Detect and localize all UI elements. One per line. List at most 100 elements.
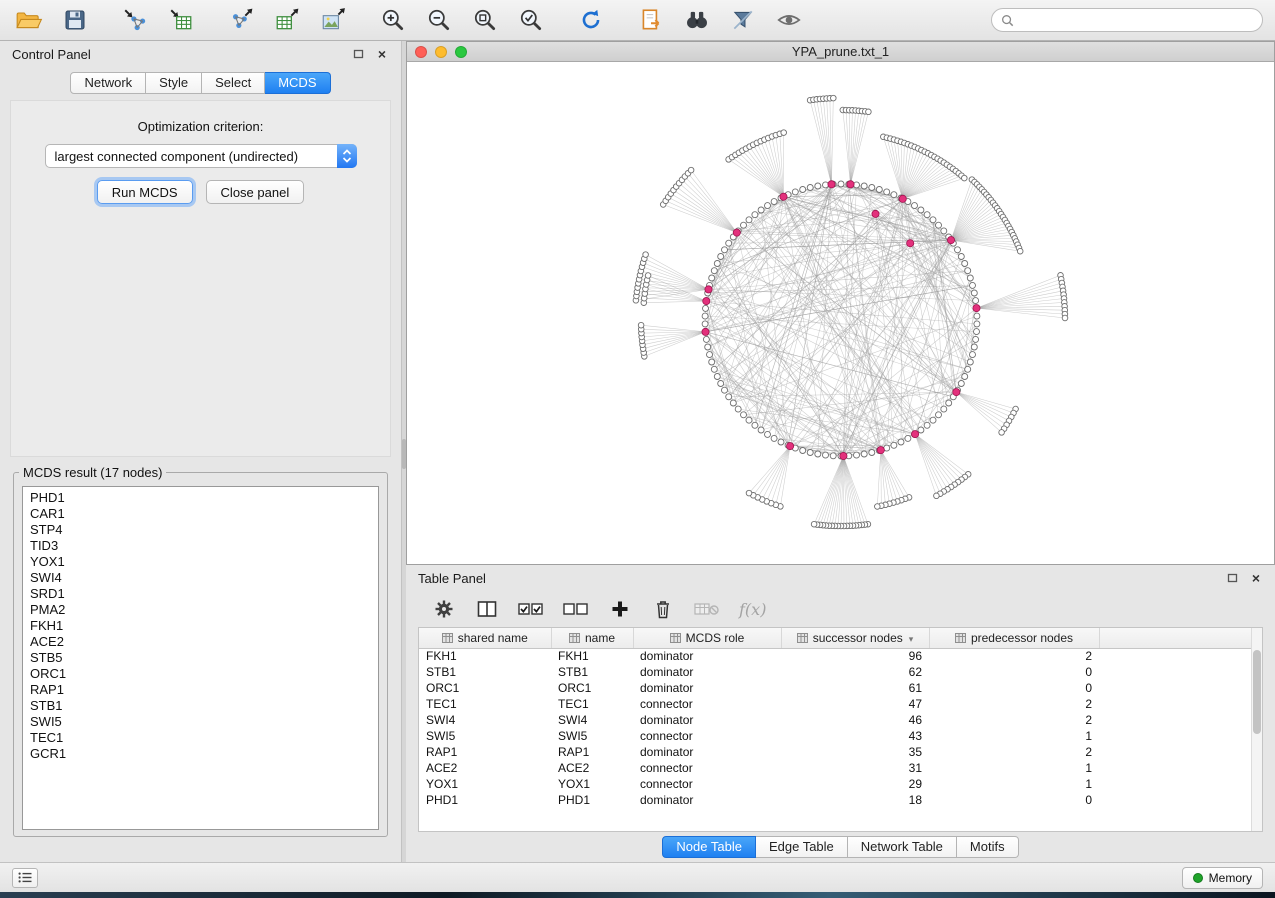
- search-input[interactable]: [1019, 13, 1253, 27]
- scrollbar-thumb[interactable]: [1253, 650, 1261, 734]
- run-mcds-button[interactable]: Run MCDS: [97, 180, 193, 204]
- mcds-result-item[interactable]: SRD1: [30, 586, 371, 602]
- mcds-result-item[interactable]: TID3: [30, 538, 371, 554]
- mcds-result-item[interactable]: YOX1: [30, 554, 371, 570]
- table-cell[interactable]: dominator: [633, 792, 781, 808]
- export-document-button[interactable]: [634, 4, 668, 36]
- close-panel-button[interactable]: ×: [375, 47, 389, 61]
- save-session-button[interactable]: [58, 4, 92, 36]
- show-columns-button[interactable]: [475, 596, 499, 622]
- network-window-titlebar[interactable]: YPA_prune.txt_1: [407, 42, 1274, 62]
- mcds-result-item[interactable]: STP4: [30, 522, 371, 538]
- task-history-button[interactable]: [12, 868, 38, 888]
- table-cell[interactable]: 2: [929, 744, 1099, 760]
- column-header-successor-nodes[interactable]: successor nodes▾: [781, 628, 929, 648]
- table-cell[interactable]: ORC1: [551, 680, 633, 696]
- mcds-result-item[interactable]: FKH1: [30, 618, 371, 634]
- mcds-result-item[interactable]: ORC1: [30, 666, 371, 682]
- select-all-button[interactable]: [518, 596, 544, 622]
- table-cell[interactable]: 35: [781, 744, 929, 760]
- add-row-button[interactable]: [608, 596, 632, 622]
- table-cell[interactable]: ACE2: [419, 760, 551, 776]
- table-row[interactable]: SWI4SWI4dominator462: [419, 712, 1262, 728]
- zoom-out-button[interactable]: [422, 4, 456, 36]
- table-cell[interactable]: ACE2: [551, 760, 633, 776]
- tab-node-table[interactable]: Node Table: [662, 836, 756, 858]
- table-cell[interactable]: 31: [781, 760, 929, 776]
- table-cell[interactable]: 46: [781, 712, 929, 728]
- column-header-name[interactable]: name: [551, 628, 633, 648]
- table-cell[interactable]: RAP1: [419, 744, 551, 760]
- table-cell[interactable]: 62: [781, 664, 929, 680]
- table-row[interactable]: FKH1FKH1dominator962: [419, 648, 1262, 664]
- search-network-button[interactable]: [680, 4, 714, 36]
- table-cell[interactable]: 2: [929, 712, 1099, 728]
- tab-mcds[interactable]: MCDS: [265, 72, 330, 94]
- table-cell[interactable]: dominator: [633, 712, 781, 728]
- mcds-result-item[interactable]: SWI5: [30, 714, 371, 730]
- tab-style[interactable]: Style: [146, 72, 202, 94]
- network-canvas[interactable]: [407, 62, 1274, 564]
- import-table-button[interactable]: [164, 4, 198, 36]
- table-cell[interactable]: 2: [929, 648, 1099, 664]
- table-row[interactable]: PHD1PHD1dominator180: [419, 792, 1262, 808]
- open-session-button[interactable]: [12, 4, 46, 36]
- table-cell[interactable]: PHD1: [419, 792, 551, 808]
- zoom-in-button[interactable]: [376, 4, 410, 36]
- table-cell[interactable]: FKH1: [419, 648, 551, 664]
- zoom-fit-button[interactable]: [468, 4, 502, 36]
- table-cell[interactable]: SWI4: [551, 712, 633, 728]
- export-table-button[interactable]: [270, 4, 304, 36]
- clear-table-button[interactable]: [694, 596, 720, 622]
- table-cell[interactable]: 18: [781, 792, 929, 808]
- table-row[interactable]: SWI5SWI5connector431: [419, 728, 1262, 744]
- table-scrollbar[interactable]: [1251, 628, 1262, 831]
- table-cell[interactable]: STB1: [551, 664, 633, 680]
- close-panel-action-button[interactable]: Close panel: [206, 180, 305, 204]
- table-cell[interactable]: TEC1: [551, 696, 633, 712]
- tab-network[interactable]: Network: [70, 72, 146, 94]
- mcds-result-item[interactable]: ACE2: [30, 634, 371, 650]
- column-header-shared-name[interactable]: shared name: [419, 628, 551, 648]
- table-cell[interactable]: YOX1: [551, 776, 633, 792]
- table-cell[interactable]: dominator: [633, 648, 781, 664]
- table-cell[interactable]: YOX1: [419, 776, 551, 792]
- table-cell[interactable]: SWI5: [551, 728, 633, 744]
- export-network-button[interactable]: [224, 4, 258, 36]
- table-panel-titlebar[interactable]: Table Panel ×: [406, 565, 1275, 591]
- column-header-MCDS-role[interactable]: MCDS role: [633, 628, 781, 648]
- table-cell[interactable]: PHD1: [551, 792, 633, 808]
- graphics-details-button[interactable]: [772, 4, 806, 36]
- table-cell[interactable]: 29: [781, 776, 929, 792]
- tab-edge-table[interactable]: Edge Table: [756, 836, 848, 858]
- mcds-result-item[interactable]: SWI4: [30, 570, 371, 586]
- table-cell[interactable]: 61: [781, 680, 929, 696]
- table-cell[interactable]: dominator: [633, 744, 781, 760]
- table-cell[interactable]: connector: [633, 696, 781, 712]
- table-cell[interactable]: 1: [929, 776, 1099, 792]
- mcds-result-item[interactable]: RAP1: [30, 682, 371, 698]
- table-cell[interactable]: RAP1: [551, 744, 633, 760]
- table-cell[interactable]: connector: [633, 760, 781, 776]
- table-cell[interactable]: dominator: [633, 680, 781, 696]
- float-panel-button[interactable]: [351, 47, 365, 61]
- tab-motifs[interactable]: Motifs: [957, 836, 1019, 858]
- table-cell[interactable]: 96: [781, 648, 929, 664]
- mcds-result-item[interactable]: STB5: [30, 650, 371, 666]
- table-cell[interactable]: FKH1: [551, 648, 633, 664]
- column-header-predecessor-nodes[interactable]: predecessor nodes: [929, 628, 1099, 648]
- mcds-result-item[interactable]: TEC1: [30, 730, 371, 746]
- table-cell[interactable]: 1: [929, 760, 1099, 776]
- table-cell[interactable]: ORC1: [419, 680, 551, 696]
- table-cell[interactable]: SWI4: [419, 712, 551, 728]
- table-row[interactable]: RAP1RAP1dominator352: [419, 744, 1262, 760]
- table-settings-button[interactable]: [432, 596, 456, 622]
- table-cell[interactable]: STB1: [419, 664, 551, 680]
- function-builder-button[interactable]: f(x): [739, 596, 766, 622]
- tab-select[interactable]: Select: [202, 72, 265, 94]
- mcds-result-item[interactable]: GCR1: [30, 746, 371, 762]
- table-row[interactable]: YOX1YOX1connector291: [419, 776, 1262, 792]
- table-cell[interactable]: 0: [929, 680, 1099, 696]
- delete-row-button[interactable]: [651, 596, 675, 622]
- table-cell[interactable]: dominator: [633, 664, 781, 680]
